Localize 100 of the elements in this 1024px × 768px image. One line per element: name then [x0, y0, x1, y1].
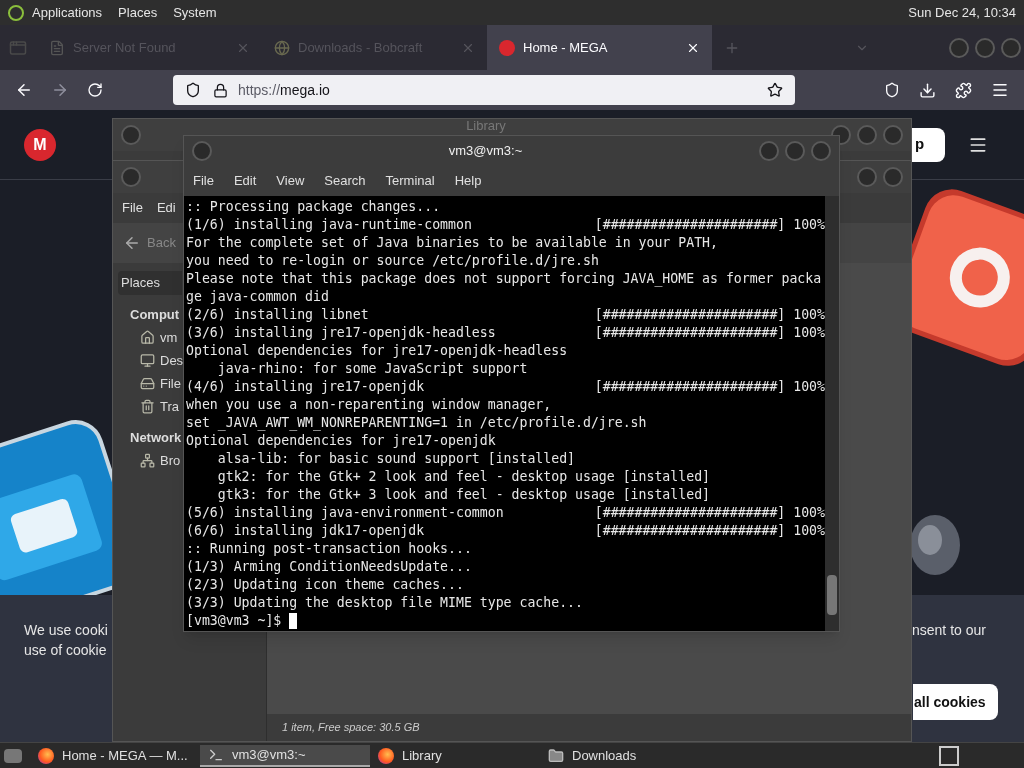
menu-item[interactable]: View: [276, 171, 305, 191]
folder-icon: [548, 747, 564, 764]
progress-text: [######################] 100%: [594, 216, 825, 234]
sidebar-item[interactable]: Des: [140, 350, 184, 371]
sign-up-button[interactable]: p: [912, 127, 945, 162]
terminal-line: alsa-lib: for basic sound support [installed]: [216, 450, 576, 468]
window-control-icon[interactable]: [883, 167, 903, 187]
terminal-line: (4/6) installing jre17-openjdk: [186, 378, 425, 396]
terminal-line: (5/6) installing java-environment-common: [186, 504, 504, 522]
status-bar: 1 item, Free space: 30.5 GB: [267, 714, 911, 741]
window-control-icon[interactable]: [975, 37, 995, 58]
back-icon[interactable]: [15, 81, 33, 99]
terminal-line: :: Processing package changes...: [186, 198, 441, 216]
taskbar-item[interactable]: Downloads: [540, 744, 710, 767]
cookie-text: We use cooki: [24, 621, 108, 640]
back-icon[interactable]: [123, 234, 141, 252]
window-control-icon[interactable]: [759, 141, 779, 161]
menu-item[interactable]: Search: [324, 171, 366, 191]
url-field[interactable]: https://mega.io: [173, 75, 795, 105]
panel-menu[interactable]: Places: [118, 2, 158, 23]
terminal-line: (1/3) Arming ConditionNeedsUpdate...: [186, 558, 472, 576]
sidebar-item[interactable]: Tra: [140, 396, 180, 417]
menu-item[interactable]: Edi: [156, 198, 176, 218]
site-logo[interactable]: M: [24, 128, 56, 161]
clock: Sun Dec 24, 10:34: [908, 3, 1016, 22]
progress-text: [######################] 100%: [594, 324, 825, 342]
window-control-icon[interactable]: [1001, 37, 1021, 58]
mega-logo-icon: [499, 39, 515, 56]
desktop-icon: [140, 353, 155, 368]
terminal-line: when you use a non-reparenting window manager,: [186, 396, 552, 414]
terminal-line: For the complete set of Java binaries to be available in your PATH,: [186, 234, 718, 252]
menu-item[interactable]: Help: [454, 171, 482, 191]
shield-icon[interactable]: [185, 82, 201, 98]
panel-menu[interactable]: System: [173, 2, 217, 23]
menu-item[interactable]: Terminal: [385, 171, 435, 191]
menu-item[interactable]: File: [122, 198, 143, 218]
window-control-icon[interactable]: [949, 37, 969, 58]
sidebar-item[interactable]: vm: [140, 327, 178, 348]
terminal-line: java-rhino: for some JavaScript support: [216, 360, 528, 378]
scrollbar[interactable]: [825, 196, 839, 631]
browser-icon: [38, 747, 54, 764]
sidebar-header[interactable]: Places: [118, 271, 182, 295]
taskbar-item[interactable]: Library: [370, 744, 540, 767]
url-text: https://mega.io: [238, 80, 331, 100]
window-control-icon[interactable]: [857, 167, 877, 187]
globe-icon: [274, 39, 290, 56]
terminal-line: :: Running post-transaction hooks...: [186, 540, 472, 558]
extensions-icon[interactable]: [955, 81, 972, 99]
taskbar-item[interactable]: vm3@vm3:~: [200, 744, 370, 767]
terminal-line: ge java-common did: [186, 288, 329, 306]
drive-icon: [140, 376, 155, 391]
show-desktop-icon[interactable]: [4, 748, 22, 763]
network-icon: [140, 453, 155, 468]
menu-item[interactable]: File: [193, 171, 214, 191]
terminal-line: gtk3: for the Gtk+ 3 look and feel - desktop usage [installed]: [216, 486, 710, 504]
window-control-icon[interactable]: [857, 125, 877, 145]
shell-prompt: [vm3@vm3 ~]$: [186, 612, 282, 630]
cookie-text: nsent to our: [912, 621, 986, 640]
workspace-switcher-icon[interactable]: [939, 745, 959, 766]
sidebar-section-title: Network: [130, 428, 182, 447]
reload-icon[interactable]: [87, 82, 103, 98]
taskbar-item[interactable]: Home - MEGA — M...: [30, 744, 200, 767]
distro-logo-icon[interactable]: [8, 4, 24, 21]
sidebar-section-title: Comput: [130, 305, 180, 324]
lock-icon: [213, 82, 228, 98]
terminal-line: (1/6) installing java-runtime-common: [186, 216, 472, 234]
tab-list-icon[interactable]: [9, 38, 27, 57]
window-control-icon[interactable]: [811, 141, 831, 161]
terminal-line: Optional dependencies for jre17-openjdk-headless: [186, 342, 568, 360]
panel-menu[interactable]: Applications: [32, 2, 103, 23]
menu-icon[interactable]: [991, 81, 1009, 99]
window-title: Library: [465, 119, 507, 133]
window-title: vm3@vm3:~: [447, 142, 524, 161]
accept-cookies-button[interactable]: all cookies: [913, 684, 998, 720]
forward-icon[interactable]: [51, 81, 69, 99]
progress-text: [######################] 100%: [594, 522, 825, 540]
progress-text: [######################] 100%: [594, 306, 825, 324]
window-control-icon[interactable]: [785, 141, 805, 161]
window-control-icon[interactable]: [883, 125, 903, 145]
cookie-text: use of cookie: [24, 641, 107, 660]
sidebar-item[interactable]: Bro: [140, 450, 181, 471]
terminal-line: (2/3) Updating icon theme caches...: [186, 576, 464, 594]
terminal-line: (3/6) installing jre17-openjdk-headless: [186, 324, 496, 342]
terminal-line: you need to re-login or source /etc/profile.d/jre.sh: [186, 252, 599, 270]
terminal-line: Please note that this package does not support forcing JAVA_HOME as former packa: [186, 270, 822, 288]
menu-item[interactable]: Edit: [233, 171, 257, 191]
browser-icon: [378, 747, 394, 764]
window-control-icon[interactable]: [192, 141, 212, 161]
browser-tab[interactable]: Home - MEGA: [487, 25, 712, 70]
terminal-line: (6/6) installing jdk17-openjdk: [186, 522, 425, 540]
terminal-line: (3/3) Updating the desktop file MIME type cache...: [186, 594, 583, 612]
bookmark-star-icon[interactable]: [767, 82, 783, 98]
cursor: [289, 613, 298, 629]
progress-text: [######################] 100%: [594, 504, 825, 522]
window-control-icon[interactable]: [121, 167, 141, 187]
sidebar-item[interactable]: File: [140, 373, 181, 394]
terminal-line: Optional dependencies for jre17-openjdk: [186, 432, 496, 450]
window-control-icon[interactable]: [121, 125, 141, 145]
download-icon[interactable]: [919, 81, 936, 99]
terminal-line: (2/6) installing libnet: [186, 306, 369, 324]
